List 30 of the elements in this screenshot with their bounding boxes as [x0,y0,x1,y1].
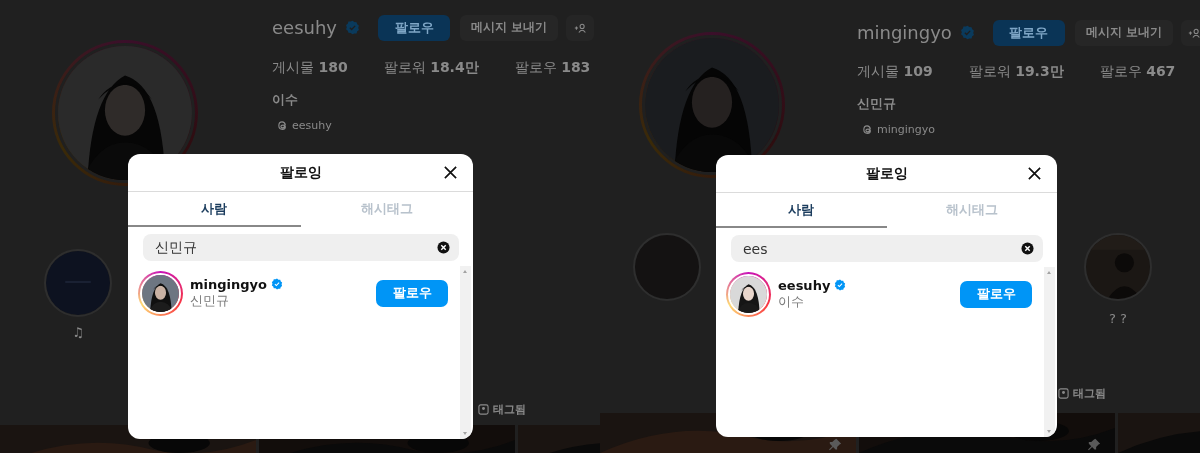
profile-stat[interactable]: 팔로워 18.4만 [383,59,479,77]
profile-stat[interactable]: 팔로워 19.3만 [968,63,1064,81]
full-name: 신민규 [190,292,230,310]
profile-stat[interactable]: 팔로우 467 [1099,63,1176,81]
follow-button[interactable]: 팔로우 [992,19,1065,46]
threads-handle[interactable]: mingingyo [877,123,935,136]
tagged-tab[interactable]: 태그됨 [493,402,526,417]
highlight-label: ? ? [1109,311,1127,326]
username: mingingyo [857,22,952,43]
highlight-label: ♫ [72,325,84,340]
message-button[interactable]: 메시지 보내기 [460,14,558,41]
profile-name: 이수 [272,91,299,109]
tagged-tab[interactable]: 태그됨 [1073,386,1106,401]
dialog-title: 팔로잉 [865,164,908,183]
threads-handle[interactable]: eesuhy [292,119,332,132]
follow-button[interactable]: 팔로우 [376,279,448,307]
profile-stat[interactable]: 게시물 109 [857,63,933,81]
search-field[interactable]: 신민규 [143,234,459,261]
dialog-title: 팔로잉 [279,163,322,182]
profile-stat[interactable]: 게시물 180 [272,59,348,77]
username[interactable]: mingingyo [190,276,267,292]
message-button[interactable]: 메시지 보내기 [1074,19,1173,46]
profile-name: 신민규 [857,95,897,113]
username[interactable]: eesuhy [778,277,831,293]
follow-button[interactable]: 팔로우 [378,14,450,41]
search-field[interactable]: ees [731,235,1043,262]
full-name: 이수 [778,293,805,311]
username: eesuhy [272,17,337,38]
profile-stat[interactable]: 팔로우 183 [514,59,591,77]
follow-button[interactable]: 팔로우 [960,280,1032,308]
